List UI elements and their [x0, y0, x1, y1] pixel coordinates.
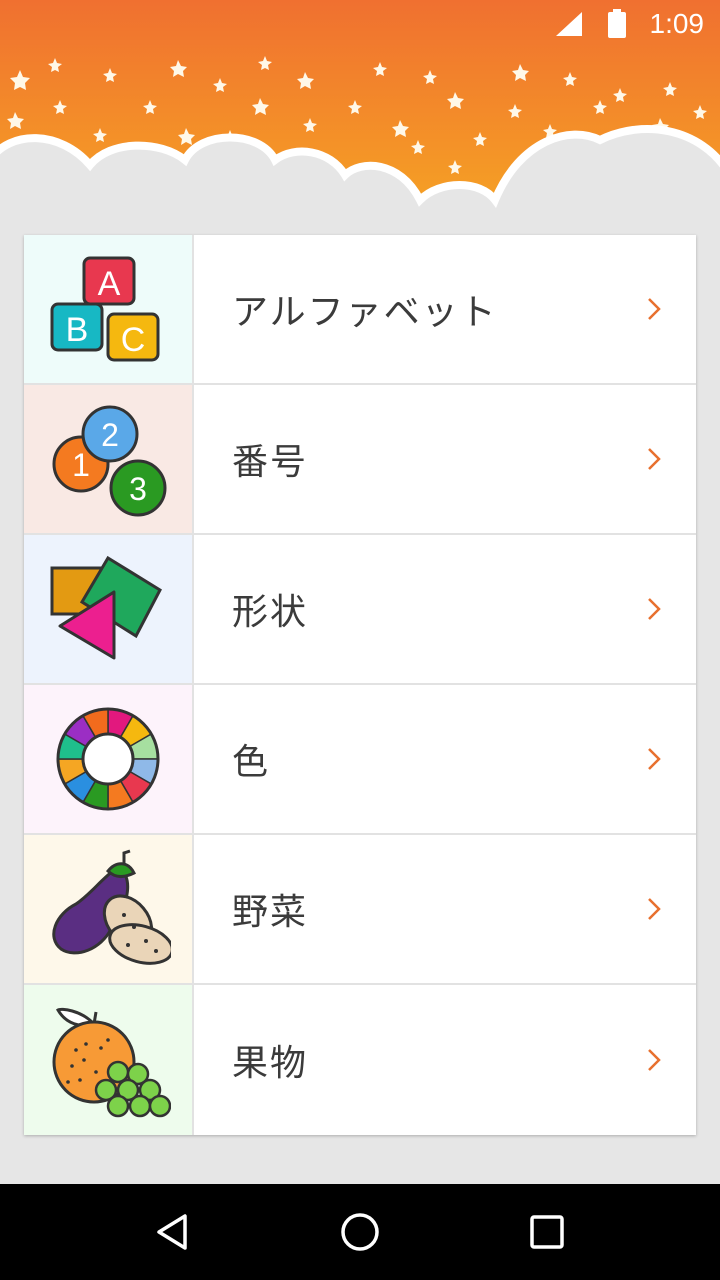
- fruits-icon: [52, 1007, 171, 1118]
- chevron-right-icon: [624, 1047, 684, 1073]
- menu-item-label: 番号: [232, 442, 309, 483]
- menu-item-label: 野菜: [232, 892, 309, 933]
- menu-item-vegetables[interactable]: 野菜: [24, 835, 696, 985]
- numbers-icon: 1 2 3: [52, 405, 167, 517]
- menu-item-shapes[interactable]: 形状: [24, 535, 696, 685]
- back-triangle-icon: [157, 1214, 188, 1250]
- svg-text:3: 3: [129, 471, 147, 507]
- svg-text:2: 2: [101, 417, 119, 453]
- svg-text:C: C: [121, 321, 146, 359]
- back-button[interactable]: [133, 1192, 213, 1272]
- menu-item-label: アルファベット: [232, 292, 498, 333]
- home-button[interactable]: [320, 1192, 400, 1272]
- menu-item-tile: [24, 985, 194, 1135]
- menu-item-tile: A B C: [24, 235, 194, 383]
- menu-item-label: 果物: [232, 1043, 309, 1084]
- shapes-icon: [50, 555, 162, 660]
- menu-item-label: 色: [232, 742, 271, 783]
- menu-item-alphabet[interactable]: A B C アルファベット: [24, 235, 696, 385]
- recents-square-icon: [529, 1215, 564, 1249]
- menu-item-colors[interactable]: 色: [24, 685, 696, 835]
- svg-text:B: B: [66, 311, 89, 349]
- battery-icon: [607, 9, 626, 38]
- chevron-right-icon: [624, 596, 684, 622]
- abc-blocks-icon: A B C: [50, 256, 160, 361]
- status-bar: 1:09: [0, 0, 720, 48]
- menu-item-tile: [24, 535, 194, 683]
- cell-signal-icon: [555, 12, 582, 36]
- status-time: 1:09: [649, 8, 705, 39]
- recents-button[interactable]: [507, 1192, 587, 1272]
- color-wheel-icon: [56, 707, 160, 811]
- svg-text:1: 1: [72, 447, 90, 483]
- menu-item-tile: 1 2 3: [24, 385, 194, 533]
- menu-item-tile: [24, 685, 194, 833]
- menu-item-tile: [24, 835, 194, 983]
- navigation-bar: [0, 1184, 720, 1280]
- svg-text:A: A: [98, 265, 121, 303]
- menu-item-label: 形状: [232, 592, 309, 633]
- menu-item-fruits[interactable]: 果物: [24, 985, 696, 1135]
- category-menu: A B C アルファベット 1 2 3 番号 形状 色 野菜 果物: [24, 235, 696, 1135]
- home-circle-icon: [341, 1213, 379, 1251]
- menu-item-numbers[interactable]: 1 2 3 番号: [24, 385, 696, 535]
- chevron-right-icon: [624, 896, 684, 922]
- chevron-right-icon: [624, 746, 684, 772]
- chevron-right-icon: [624, 446, 684, 472]
- vegetables-icon: [51, 849, 171, 965]
- header-banner: 1:09: [0, 0, 720, 244]
- chevron-right-icon: [624, 296, 684, 322]
